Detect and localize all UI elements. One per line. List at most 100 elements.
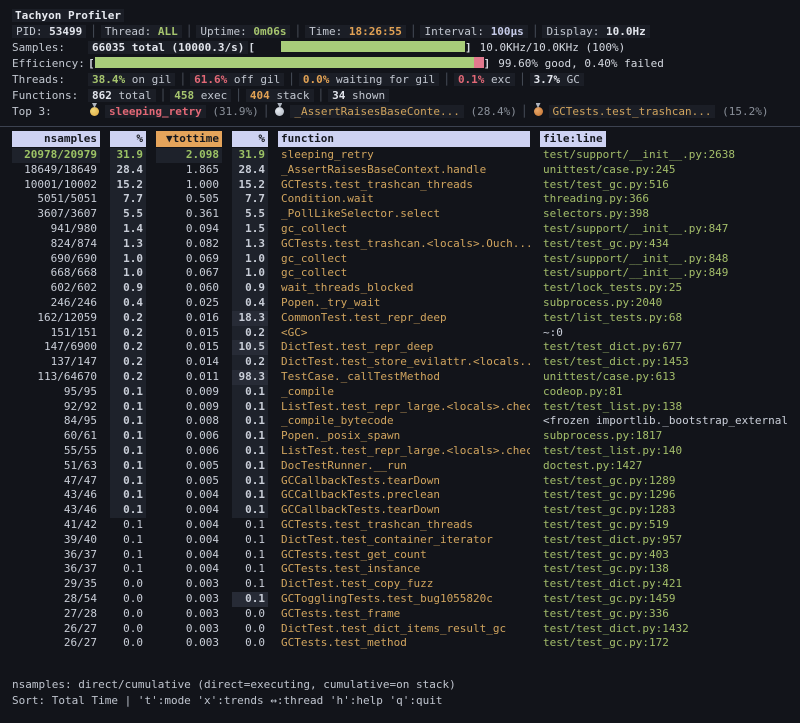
table-header-row: nsamples% ▼tottime% function file:line: [0, 131, 800, 147]
silver-medal-icon: [275, 107, 284, 116]
direct-pct-cell: 1.0: [110, 266, 146, 281]
function-cell: GCTests.test_trashcan_threads: [278, 518, 530, 533]
table-row[interactable]: 246/2460.40.0250.4Popen._try_waitsubproc…: [0, 296, 800, 311]
table-row[interactable]: 5051/50517.70.5057.7Condition.waitthread…: [0, 192, 800, 207]
table-row[interactable]: 20978/2097931.92.09831.9sleeping_retryte…: [0, 148, 800, 163]
samples-line: Samples:66035 total (10000.3/s)[]10.0KHz…: [0, 40, 800, 56]
direct-pct-cell: 0.2: [110, 311, 146, 326]
tottime-cell: 0.008: [156, 414, 222, 429]
separator-bar: │: [314, 89, 329, 102]
table-row[interactable]: 151/1510.20.0150.2<GC>~:0: [0, 326, 800, 341]
cumulative-pct-cell: 0.1: [232, 444, 268, 459]
table-row[interactable]: 668/6681.00.0671.0gc_collecttest/support…: [0, 266, 800, 281]
file-line-cell: codeop.py:81: [540, 385, 792, 400]
tottime-cell: 0.069: [156, 252, 222, 267]
table-row[interactable]: 18649/1864928.41.86528.4_AssertRaisesBas…: [0, 163, 800, 178]
table-row[interactable]: 941/9801.40.0941.5gc_collecttest/support…: [0, 222, 800, 237]
table-row[interactable]: 3607/36075.50.3615.5_PollLikeSelector.se…: [0, 207, 800, 222]
table-row[interactable]: 92/920.10.0090.1ListTest.test_repr_large…: [0, 400, 800, 415]
file-line-cell: test/test_list.py:140: [540, 444, 792, 459]
functions-item: 458 exec: [170, 89, 231, 102]
profile-table: nsamples% ▼tottime% function file:line 2097…: [0, 131, 800, 651]
table-row[interactable]: 27/280.00.0030.0GCTests.test_frametest/t…: [0, 607, 800, 622]
table-row[interactable]: 147/69000.20.01510.5DictTest.test_repr_d…: [0, 340, 800, 355]
column-header-%[interactable]: %: [110, 131, 146, 147]
table-row[interactable]: 43/460.10.0040.1GCCallbackTests.tearDown…: [0, 503, 800, 518]
nsamples-cell: 147/6900: [12, 340, 100, 355]
table-row[interactable]: 26/270.00.0030.0GCTests.test_methodtest/…: [0, 636, 800, 651]
tottime-cell: 0.005: [156, 474, 222, 489]
cumulative-pct-cell: 0.1: [232, 577, 268, 592]
nsamples-cell: 95/95: [12, 385, 100, 400]
tottime-cell: 0.015: [156, 326, 222, 341]
direct-pct-cell: 1.3: [110, 237, 146, 252]
table-row[interactable]: 137/1470.20.0140.2DictTest.test_store_ev…: [0, 355, 800, 370]
function-cell: DictTest.test_dict_items_result_gc: [278, 622, 530, 637]
status-item-interval: Interval: 100µs: [420, 25, 527, 38]
table-row[interactable]: 47/470.10.0050.1GCCallbackTests.tearDown…: [0, 474, 800, 489]
function-cell: gc_collect: [278, 252, 530, 267]
file-line-cell: test/test_gc.py:1296: [540, 488, 792, 503]
file-line-cell: test/support/__init__.py:849: [540, 266, 792, 281]
function-cell: Condition.wait: [278, 192, 530, 207]
cumulative-pct-cell: 0.1: [232, 533, 268, 548]
function-cell: ListTest.test_repr_large.<locals>.check: [278, 444, 530, 459]
table-row[interactable]: 113/646700.20.01198.3TestCase._callTestM…: [0, 370, 800, 385]
file-line-cell: test/test_gc.py:172: [540, 636, 792, 651]
function-cell: DictTest.test_copy_fuzz: [278, 577, 530, 592]
cumulative-pct-cell: 31.9: [232, 148, 268, 163]
cumulative-pct-cell: 1.0: [232, 252, 268, 267]
table-row[interactable]: 51/630.10.0050.1DocTestRunner.__rundocte…: [0, 459, 800, 474]
function-cell: wait_threads_blocked: [278, 281, 530, 296]
cumulative-pct-cell: 0.9: [232, 281, 268, 296]
table-row[interactable]: 690/6901.00.0691.0gc_collecttest/support…: [0, 252, 800, 267]
column-header-%[interactable]: %: [232, 131, 268, 147]
table-row[interactable]: 162/120590.20.01618.3CommonTest.test_rep…: [0, 311, 800, 326]
function-cell: GCTests.test_get_count: [278, 548, 530, 563]
table-row[interactable]: 43/460.10.0040.1GCCallbackTests.preclean…: [0, 488, 800, 503]
nsamples-cell: 246/246: [12, 296, 100, 311]
cumulative-pct-cell: 0.1: [232, 400, 268, 415]
table-row[interactable]: 84/950.10.0080.1_compile_bytecode<frozen…: [0, 414, 800, 429]
table-row[interactable]: 60/610.10.0060.1Popen._posix_spawnsubpro…: [0, 429, 800, 444]
table-row[interactable]: 29/350.00.0030.1DictTest.test_copy_fuzzt…: [0, 577, 800, 592]
column-header-function[interactable]: function: [278, 131, 530, 147]
nsamples-cell: 51/63: [12, 459, 100, 474]
cumulative-pct-cell: 0.1: [232, 592, 268, 607]
cumulative-pct-cell: 5.5: [232, 207, 268, 222]
direct-pct-cell: 5.5: [110, 207, 146, 222]
tottime-cell: 0.004: [156, 503, 222, 518]
file-line-cell: test/test_gc.py:516: [540, 178, 792, 193]
tottime-cell: 0.094: [156, 222, 222, 237]
table-row[interactable]: 95/950.10.0090.1_compilecodeop.py:81: [0, 385, 800, 400]
cumulative-pct-cell: 0.1: [232, 385, 268, 400]
table-row[interactable]: 10001/1000215.21.00015.2GCTests.test_tra…: [0, 178, 800, 193]
direct-pct-cell: 0.1: [110, 548, 146, 563]
table-row[interactable]: 36/370.10.0040.1GCTests.test_get_countte…: [0, 548, 800, 563]
tottime-cell: 0.004: [156, 562, 222, 577]
file-line-cell: test/test_gc.py:1289: [540, 474, 792, 489]
table-row[interactable]: 28/540.00.0030.1GCTogglingTests.test_bug…: [0, 592, 800, 607]
table-row[interactable]: 824/8741.30.0821.3GCTests.test_trashcan.…: [0, 237, 800, 252]
column-header-tottime[interactable]: ▼tottime: [156, 131, 222, 147]
table-row[interactable]: 55/550.10.0060.1ListTest.test_repr_large…: [0, 444, 800, 459]
column-header-fileline[interactable]: file:line: [540, 131, 606, 147]
tottime-cell: 0.009: [156, 400, 222, 415]
table-row[interactable]: 26/270.00.0030.0DictTest.test_dict_items…: [0, 622, 800, 637]
file-line-cell: test/support/__init__.py:847: [540, 222, 792, 237]
functions-item: 862 total: [88, 89, 156, 102]
threads-item: 3.7% GC: [530, 73, 584, 86]
table-row[interactable]: 602/6020.90.0600.9wait_threads_blockedte…: [0, 281, 800, 296]
direct-pct-cell: 1.0: [110, 252, 146, 267]
table-row[interactable]: 41/420.10.0040.1GCTests.test_trashcan_th…: [0, 518, 800, 533]
cumulative-pct-cell: 0.2: [232, 326, 268, 341]
table-row[interactable]: 36/370.10.0040.1GCTests.test_instancetes…: [0, 562, 800, 577]
tottime-cell: 0.016: [156, 311, 222, 326]
separator-bar: │: [528, 25, 543, 38]
table-row[interactable]: 39/400.10.0040.1DictTest.test_container_…: [0, 533, 800, 548]
file-line-cell: test/test_gc.py:434: [540, 237, 792, 252]
samples-total: 66035 total (10000.3/s): [88, 41, 248, 54]
column-header-nsamples[interactable]: nsamples: [12, 131, 100, 147]
nsamples-cell: 824/874: [12, 237, 100, 252]
function-cell: GCTests.test_method: [278, 636, 530, 651]
